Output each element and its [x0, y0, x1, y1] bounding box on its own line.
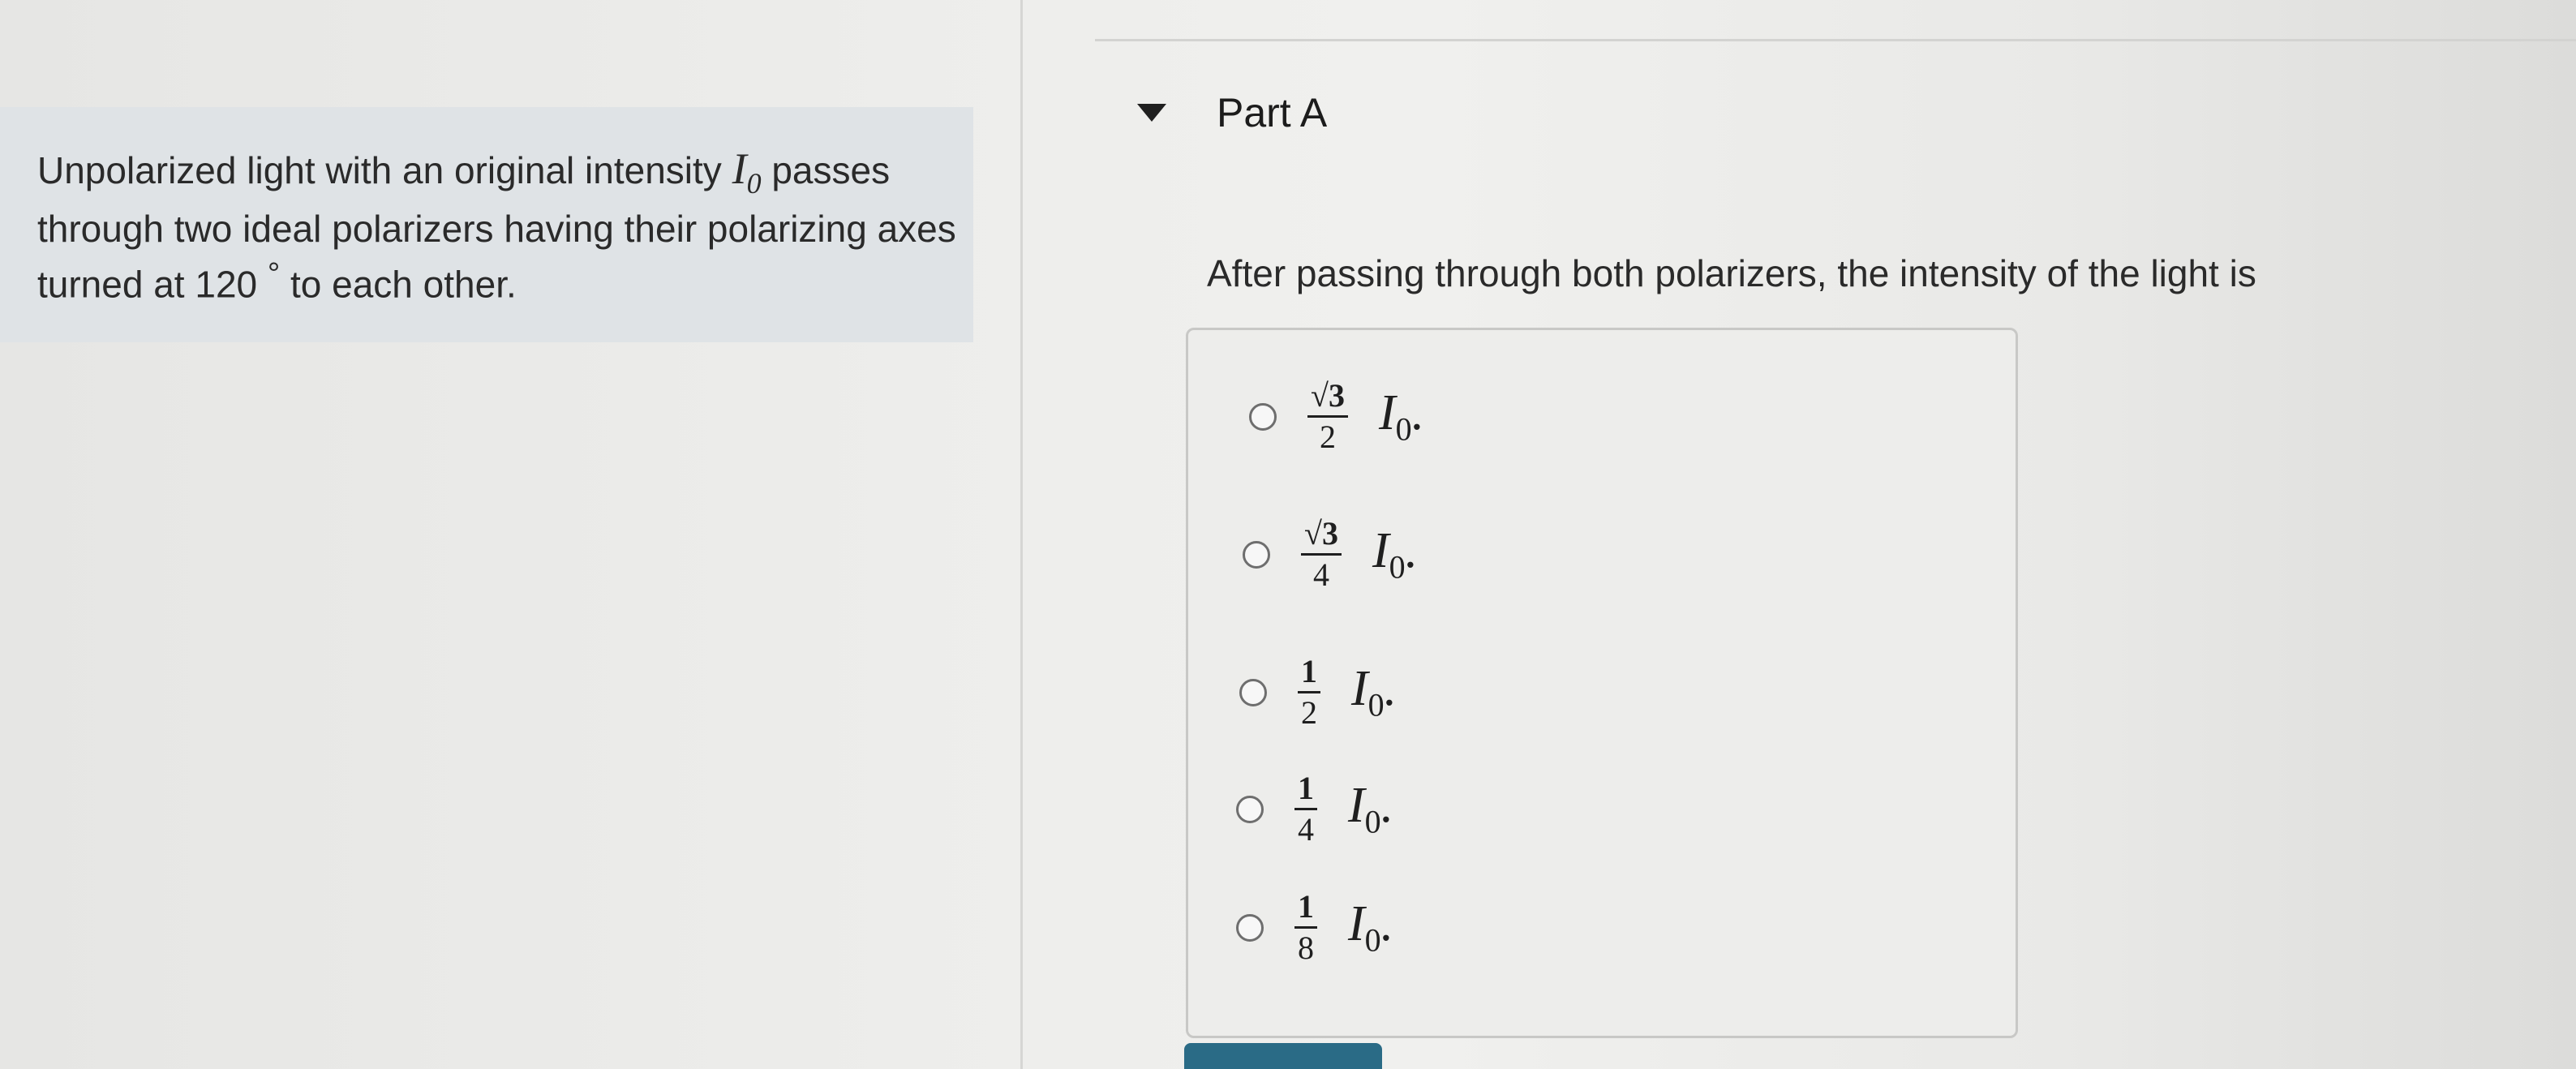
intensity-expression: I0. — [1351, 661, 1397, 723]
intensity-expression: I0. — [1348, 778, 1394, 840]
intensity-expression: I0. — [1378, 385, 1425, 448]
page: Unpolarized light with an original inten… — [0, 0, 2576, 1069]
part-title[interactable]: Part A — [1217, 89, 1327, 136]
collapse-caret-icon[interactable] — [1137, 104, 1166, 122]
fraction: 1 4 — [1294, 771, 1317, 848]
intensity-symbol: I0 — [732, 144, 762, 200]
radio-button[interactable] — [1249, 402, 1277, 431]
fraction: 1 2 — [1298, 654, 1320, 731]
fraction: 1 8 — [1294, 889, 1317, 966]
radio-button[interactable] — [1239, 678, 1267, 706]
radio-button[interactable] — [1236, 913, 1264, 942]
radio-button[interactable] — [1243, 540, 1270, 569]
question-text: After passing through both polarizers, t… — [1207, 252, 2256, 294]
choice-option-4[interactable]: 1 4 I0. — [1236, 771, 1393, 848]
choice-option-1[interactable]: √3 2 I0. — [1249, 378, 1424, 455]
choice-option-5[interactable]: 1 8 I0. — [1236, 889, 1393, 966]
fraction: √3 2 — [1307, 378, 1348, 455]
problem-text-c: to each other. — [290, 263, 517, 306]
radio-button[interactable] — [1236, 795, 1264, 823]
top-divider — [1095, 39, 2576, 41]
choice-option-2[interactable]: √3 4 I0. — [1243, 516, 1418, 593]
intensity-expression: I0. — [1372, 523, 1419, 586]
problem-statement: Unpolarized light with an original inten… — [37, 146, 970, 307]
submit-button[interactable] — [1184, 1043, 1382, 1069]
choice-option-3[interactable]: 1 2 I0. — [1239, 654, 1397, 731]
problem-text-a: Unpolarized light with an original inten… — [37, 149, 722, 191]
column-divider — [1020, 0, 1023, 1069]
fraction: √3 4 — [1301, 516, 1342, 593]
intensity-expression: I0. — [1348, 896, 1394, 959]
degree-symbol: ° — [267, 255, 281, 291]
